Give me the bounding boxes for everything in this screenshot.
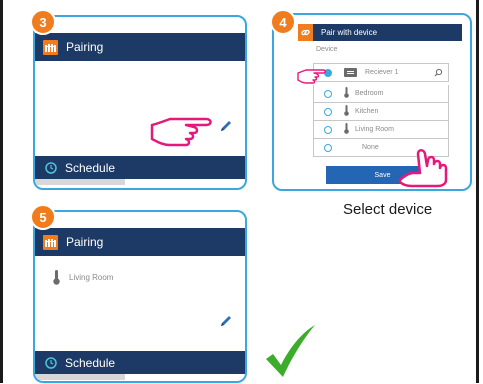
device-row-living-room[interactable]: Living Room	[313, 121, 449, 139]
thermometer-icon	[344, 123, 349, 136]
step-3-badge: 3	[30, 9, 56, 35]
pointing-hand-icon	[150, 105, 214, 158]
step-3-footer: Schedule	[35, 156, 245, 179]
device-row-bedroom[interactable]: Bedroom	[313, 85, 449, 103]
step-3-footer-title: Schedule	[65, 160, 116, 175]
step-5-number: 5	[39, 209, 47, 225]
checkmark-icon	[263, 323, 317, 384]
room-label-living-room: Living Room	[355, 126, 394, 133]
thermometer-icon	[344, 87, 349, 100]
radio-living-room[interactable]	[324, 125, 332, 134]
room-label-bedroom: Bedroom	[355, 90, 384, 97]
page-border-right	[476, 0, 479, 383]
radiator-icon	[43, 39, 58, 55]
step-5-header-title: Pairing	[66, 235, 104, 249]
pointing-hand-icon	[297, 65, 327, 92]
step-4-header: Pair with device	[298, 24, 462, 41]
receiver-row[interactable]: Reciever 1	[313, 63, 449, 82]
search-icon[interactable]	[434, 68, 443, 79]
pencil-icon[interactable]	[219, 314, 233, 333]
receiver-icon	[344, 68, 357, 77]
step-3-header: Pairing	[35, 33, 245, 61]
radio-none[interactable]	[324, 143, 332, 152]
step-3-panel: Pairing Schedule	[33, 15, 247, 190]
link-icon	[298, 24, 313, 41]
device-section-label: Device	[316, 46, 338, 53]
step-4-badge: 4	[270, 9, 296, 35]
schedule-clock-icon	[44, 161, 57, 174]
step-5-footer: Schedule	[35, 351, 245, 374]
radio-kitchen[interactable]	[324, 107, 332, 116]
page-border-left	[0, 0, 3, 383]
room-label-kitchen: Kitchen	[355, 108, 379, 115]
step-5-room-label: Living Room	[69, 273, 114, 282]
thermometer-icon	[53, 270, 60, 290]
step-4-header-title: Pair with device	[321, 28, 378, 37]
device-row-kitchen[interactable]: Kitchen	[313, 103, 449, 121]
radiator-icon	[43, 234, 58, 250]
step-5-panel: Pairing Living Room Schedule	[33, 210, 247, 383]
step-5-badge: 5	[30, 204, 56, 230]
none-label: None	[362, 144, 379, 151]
schedule-clock-icon	[44, 356, 57, 369]
step-4-caption: Select device	[343, 201, 433, 218]
step-3-scroll-bar	[35, 179, 125, 185]
step-4-number: 4	[279, 14, 287, 30]
pointing-hand-icon	[398, 146, 462, 193]
save-button-label: Save	[374, 171, 391, 179]
step-5-scroll-bar	[35, 374, 125, 380]
step-3-number: 3	[39, 14, 47, 30]
step-5-header: Pairing	[35, 228, 245, 256]
step-3-header-title: Pairing	[66, 40, 104, 54]
receiver-label: Reciever 1	[365, 69, 399, 76]
pencil-icon[interactable]	[219, 119, 233, 138]
thermometer-icon	[344, 105, 349, 118]
step-5-footer-title: Schedule	[65, 355, 116, 370]
